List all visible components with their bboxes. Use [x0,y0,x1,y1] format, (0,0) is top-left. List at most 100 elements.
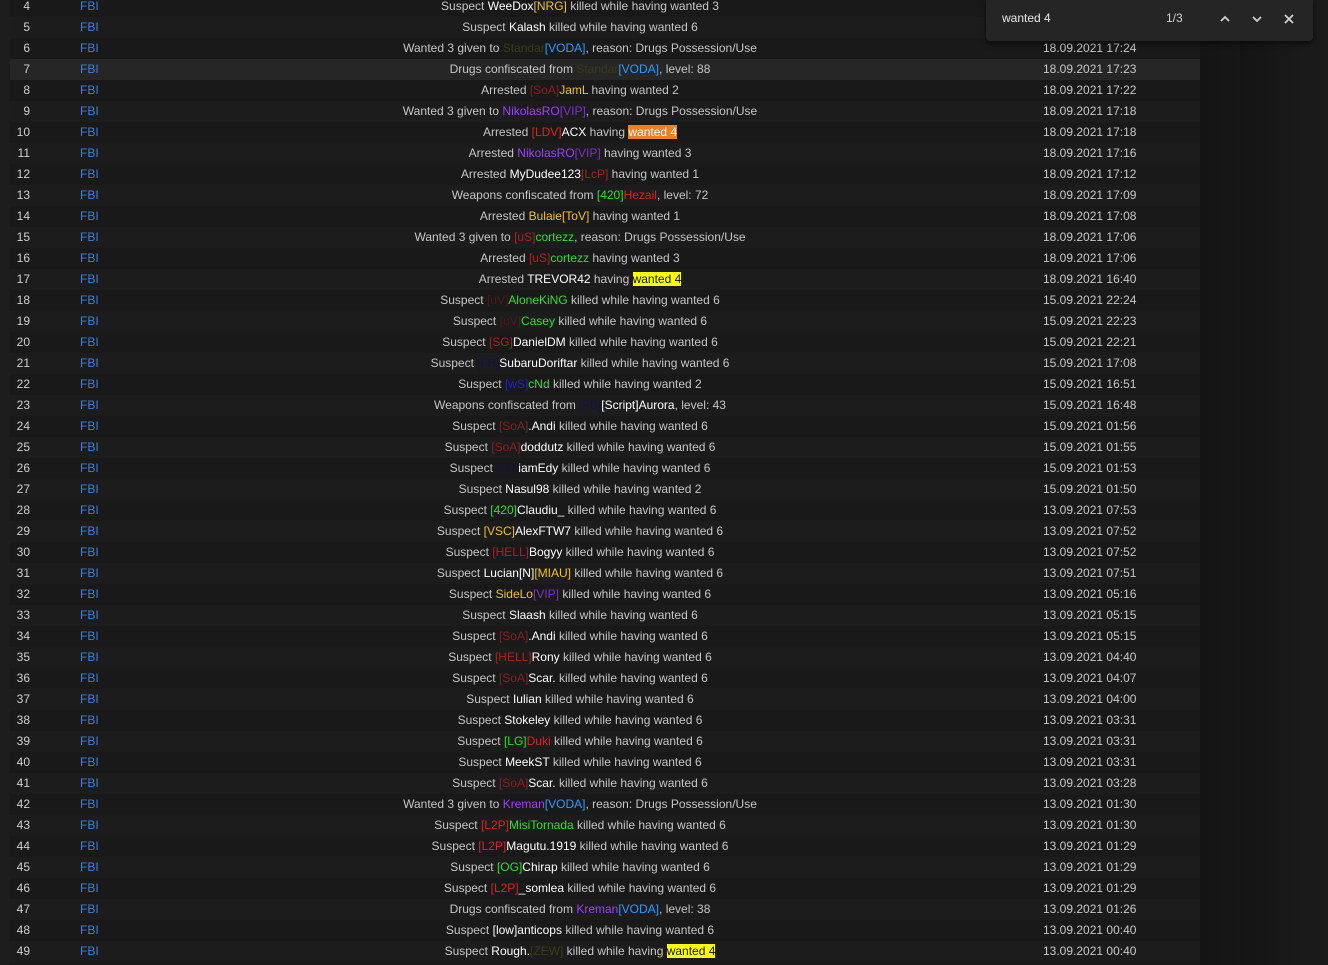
message-cell: Drugs confiscated from Standar[VODA], le… [130,59,1030,80]
table-row[interactable]: 48 FBI Suspect [low]anticops killed while … [10,920,1200,941]
table-row[interactable]: 37 FBI Suspect Iulian killed while having … [10,689,1200,710]
message-cell: Arrested Bulaie[ToV] having wanted 1 [130,206,1030,227]
table-row[interactable]: 41 FBI Suspect [SoA]Scar. killed while hav… [10,773,1200,794]
message-segment: [LcP] [580,167,609,181]
table-row[interactable]: 29 FBI Suspect [VSC]AlexFTW7 killed while … [10,521,1200,542]
table-row[interactable]: 10 FBI Arrested [LDV]ACX having wanted 4 18… [10,122,1200,143]
table-row[interactable]: 16 FBI Arrested [uS]cortezz having wanted … [10,248,1200,269]
row-number: 16 [16,251,30,265]
table-row[interactable]: 45 FBI Suspect [OG]Chirap killed while hav… [10,857,1200,878]
message-cell: Suspect [L2P]_somlea killed while having… [130,878,1030,899]
message-segment: MyDudee123 [509,167,581,181]
row-number: 25 [16,440,30,454]
row-number: 30 [16,545,30,559]
table-row[interactable]: 19 FBI Suspect [uV]Casey killed while havi… [10,311,1200,332]
table-row[interactable]: 38 FBI Suspect Stokeley killed while havin… [10,710,1200,731]
find-close-button[interactable] [1276,7,1302,31]
message-segment: [uS] [514,230,536,244]
table-row[interactable]: 7 FBI Drugs confiscated from Standar[VODA]… [10,59,1200,80]
table-row[interactable]: 15 FBI Wanted 3 given to [uS]cortezz, reas… [10,227,1200,248]
table-row[interactable]: 25 FBI Suspect [SoA]doddutz killed while h… [10,437,1200,458]
message-segment: Suspect [462,20,509,34]
date-cell: 13.09.2021 01:26 [1043,902,1137,916]
table-row[interactable]: 33 FBI Suspect Slaash killed while having … [10,605,1200,626]
table-row[interactable]: 34 FBI Suspect [SoA].Andi killed while hav… [10,626,1200,647]
table-row[interactable]: 46 FBI Suspect [L2P]_somlea killed while h… [10,878,1200,899]
table-row[interactable]: 22 FBI Suspect [wS]cNd killed while having… [10,374,1200,395]
message-cell: Suspect [low]anticops killed while havin… [130,920,1030,941]
message-segment: Suspect [448,650,495,664]
table-row[interactable]: 17 FBI Arrested TREVOR42 having wanted 4 18… [10,269,1200,290]
message-segment: [L2P] [478,839,507,853]
row-number: 18 [16,293,30,307]
table-row[interactable]: 42 FBI Wanted 3 given to Kreman[VODA], rea… [10,794,1200,815]
message-segment: Suspect [457,734,504,748]
message-segment: Claudiu_ [516,503,565,517]
table-row[interactable]: 31 FBI Suspect Lucian[N][MIAU] killed whil… [10,563,1200,584]
table-row[interactable]: 36 FBI Suspect [SoA]Scar. killed while hav… [10,668,1200,689]
message-segment: Arrested [479,209,529,223]
message-segment: Drugs confiscated from [449,902,577,916]
find-next-button[interactable] [1244,7,1270,31]
table-row[interactable]: 49 FBI Suspect Rough.[ZEW] killed while ha… [10,941,1200,962]
row-number: 37 [16,692,30,706]
message-segment: [SoA] [529,83,560,97]
table-row[interactable]: 21 FBI Suspect [FB]SubaruDoriftar killed w… [10,353,1200,374]
faction-cell: FBI [80,692,99,706]
table-row[interactable]: 27 FBI Suspect Nasul98 killed while having… [10,479,1200,500]
message-segment: Suspect [457,713,505,727]
table-row[interactable]: 39 FBI Suspect [LG]Duki killed while havin… [10,731,1200,752]
faction-cell: FBI [80,923,99,937]
date-cell: 13.09.2021 01:29 [1043,881,1137,895]
row-number: 24 [16,419,30,433]
message-segment: having [586,125,629,139]
message-cell: Suspect [SG]DanielDM killed while having… [130,332,1030,353]
faction-cell: FBI [80,0,99,13]
message-segment: JamL [559,83,589,97]
table-row[interactable]: 28 FBI Suspect [420]Claudiu_ killed while … [10,500,1200,521]
message-cell: Arrested NikolasRO[VIP] having wanted 3 [130,143,1030,164]
message-segment: Hezail [623,188,657,202]
message-segment: [SoA] [498,419,529,433]
message-segment: Casey [520,314,555,328]
message-segment: iamEdy [518,461,559,475]
date-cell: 13.09.2021 03:31 [1043,734,1137,748]
message-segment: [uV] [486,293,509,307]
faction-cell: FBI [80,251,99,265]
table-row[interactable]: 32 FBI Suspect SideLo[VIP] killed while ha… [10,584,1200,605]
find-previous-button[interactable] [1212,7,1238,31]
date-cell: 13.09.2021 01:29 [1043,860,1137,874]
row-number: 15 [16,230,30,244]
row-number: 49 [16,944,30,958]
table-row[interactable]: 23 FBI Weapons confiscated from [FB][Scrip… [10,395,1200,416]
table-row[interactable]: 40 FBI Suspect MeekST killed while having … [10,752,1200,773]
date-cell: 18.09.2021 17:23 [1043,62,1137,76]
table-row[interactable]: 26 FBI Suspect [FB]iamEdy killed while hav… [10,458,1200,479]
message-segment: Scar. [528,671,556,685]
faction-cell: FBI [80,377,99,391]
table-row[interactable]: 30 FBI Suspect [HELL]Bogyy killed while ha… [10,542,1200,563]
table-row[interactable]: 20 FBI Suspect [SG]DanielDM killed while h… [10,332,1200,353]
table-row[interactable]: 9 FBI Wanted 3 given to NikolasRO[VIP], re… [10,101,1200,122]
table-row[interactable]: 35 FBI Suspect [HELL]Rony killed while hav… [10,647,1200,668]
table-row[interactable]: 18 FBI Suspect [uV]AloneKiNG killed while … [10,290,1200,311]
faction-cell: FBI [80,881,99,895]
message-segment: killed while having wanted 2 [549,482,702,496]
date-cell: 15.09.2021 01:56 [1043,419,1137,433]
table-row[interactable]: 12 FBI Arrested MyDudee123[LcP] having wan… [10,164,1200,185]
table-row[interactable]: 44 FBI Suspect [L2P]Magutu.1919 killed whi… [10,836,1200,857]
message-segment: [SoA] [498,629,529,643]
table-row[interactable]: 47 FBI Drugs confiscated from Kreman[VODA]… [10,899,1200,920]
row-number: 41 [16,776,30,790]
table-row[interactable]: 8 FBI Arrested [SoA]JamL having wanted 2 18… [10,80,1200,101]
table-row[interactable]: 11 FBI Arrested NikolasRO[VIP] having want… [10,143,1200,164]
table-row[interactable]: 14 FBI Arrested Bulaie[ToV] having wanted … [10,206,1200,227]
message-segment: WeeDox [487,0,534,13]
date-cell: 18.09.2021 17:06 [1043,251,1137,265]
find-match-count: 1/3 [1166,11,1183,25]
table-row[interactable]: 6 FBI Wanted 3 given to Standar[VODA], rea… [10,38,1200,59]
table-row[interactable]: 13 FBI Weapons confiscated from [420]Hezai… [10,185,1200,206]
table-row[interactable]: 43 FBI Suspect [L2P]MisiTornada killed whi… [10,815,1200,836]
message-segment: DanielDM [512,335,566,349]
table-row[interactable]: 24 FBI Suspect [SoA].Andi killed while hav… [10,416,1200,437]
